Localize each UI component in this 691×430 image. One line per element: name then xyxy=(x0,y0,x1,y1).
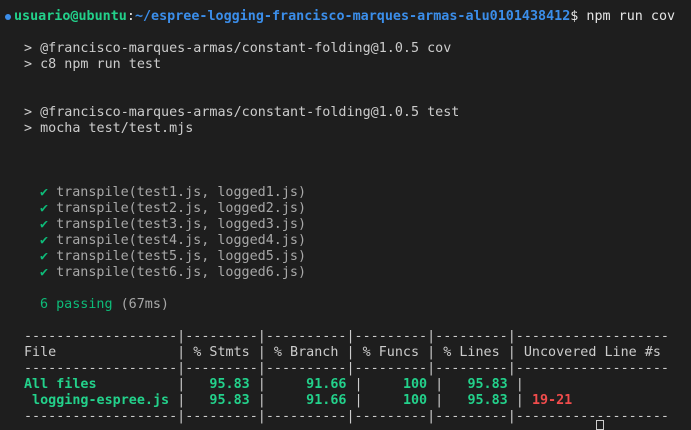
check-icon: ✔ xyxy=(40,233,49,248)
column-divider: | xyxy=(249,393,291,408)
coverage-file-name: All files xyxy=(24,377,178,392)
prompt-decoration-icon[interactable] xyxy=(5,14,11,20)
test-title: transpile(test1.js, logged1.js) xyxy=(56,185,307,200)
column-divider: | xyxy=(507,393,532,408)
test-result-item: ✔ transpile(test4.js, logged4.js) xyxy=(40,233,306,249)
check-icon: ✔ xyxy=(40,265,49,280)
prompt-line: usuario@ubuntu:~/espree-logging-francisc… xyxy=(14,9,675,25)
coverage-branch: 91.66 xyxy=(290,377,347,392)
coverage-separator-mid: -------------------|---------|----------… xyxy=(24,361,669,376)
column-divider: | xyxy=(346,393,403,408)
column-divider: | xyxy=(427,377,468,392)
coverage-separator-bottom: -------------------|---------|----------… xyxy=(24,409,669,424)
passing-duration: (67ms) xyxy=(120,297,169,312)
passing-summary: 6 passing (67ms) xyxy=(40,297,169,313)
test-result-item: ✔ transpile(test1.js, logged1.js) xyxy=(40,185,306,201)
coverage-lines: 95.83 xyxy=(467,393,508,408)
test-title: transpile(test3.js, logged3.js) xyxy=(56,217,307,232)
coverage-row-all-files: All files | 95.83 | 91.66 | 100 | 95.83 … xyxy=(24,377,524,393)
script-cov-line-2: > c8 npm run test xyxy=(24,57,162,72)
coverage-uncovered-lines: 19-21 xyxy=(531,393,573,408)
test-result-item: ✔ transpile(test5.js, logged5.js) xyxy=(40,249,306,265)
column-divider: | xyxy=(427,393,468,408)
check-icon: ✔ xyxy=(40,185,49,200)
prompt-path: ~/espree-logging-francisco-marques-armas… xyxy=(134,9,571,24)
passing-count: 6 passing xyxy=(40,297,113,312)
terminal-window[interactable]: usuario@ubuntu:~/espree-logging-francisc… xyxy=(0,0,691,430)
coverage-row-file: logging-espree.js | 95.83 | 91.66 | 100 … xyxy=(24,393,572,409)
prompt-separator: : xyxy=(126,9,135,24)
column-divider: | xyxy=(177,393,194,408)
column-divider: | xyxy=(249,377,291,392)
test-title: transpile(test2.js, logged2.js) xyxy=(56,201,307,216)
column-divider: | xyxy=(346,377,403,392)
check-icon: ✔ xyxy=(40,249,49,264)
coverage-stmts: 95.83 xyxy=(193,377,250,392)
column-divider: | xyxy=(177,377,194,392)
test-title: transpile(test5.js, logged5.js) xyxy=(56,249,307,264)
coverage-header: File | % Stmts | % Branch | % Funcs | % … xyxy=(24,345,669,360)
test-result-item: ✔ transpile(test6.js, logged6.js) xyxy=(40,265,306,281)
prompt-command: npm run cov xyxy=(578,9,676,24)
coverage-funcs: 100 xyxy=(402,393,428,408)
test-title: transpile(test6.js, logged6.js) xyxy=(56,265,307,280)
script-test-line-2: > mocha test/test.mjs xyxy=(24,121,194,136)
terminal-cursor xyxy=(596,420,604,430)
check-icon: ✔ xyxy=(40,217,49,232)
coverage-branch: 91.66 xyxy=(290,393,347,408)
prompt-user-host: usuario@ubuntu xyxy=(14,9,127,24)
coverage-funcs: 100 xyxy=(402,377,428,392)
script-test-line-1: > @francisco-marques-armas/constant-fold… xyxy=(24,105,460,120)
coverage-separator-top: -------------------|---------|----------… xyxy=(24,329,669,344)
test-result-item: ✔ transpile(test3.js, logged3.js) xyxy=(40,217,306,233)
script-cov-line-1: > @francisco-marques-armas/constant-fold… xyxy=(24,41,452,56)
coverage-file-name: logging-espree.js xyxy=(24,393,178,408)
coverage-lines: 95.83 xyxy=(467,377,508,392)
test-title: transpile(test4.js, logged4.js) xyxy=(56,233,307,248)
column-divider: | xyxy=(507,377,524,392)
test-result-item: ✔ transpile(test2.js, logged2.js) xyxy=(40,201,306,217)
check-icon: ✔ xyxy=(40,201,49,216)
coverage-stmts: 95.83 xyxy=(193,393,250,408)
